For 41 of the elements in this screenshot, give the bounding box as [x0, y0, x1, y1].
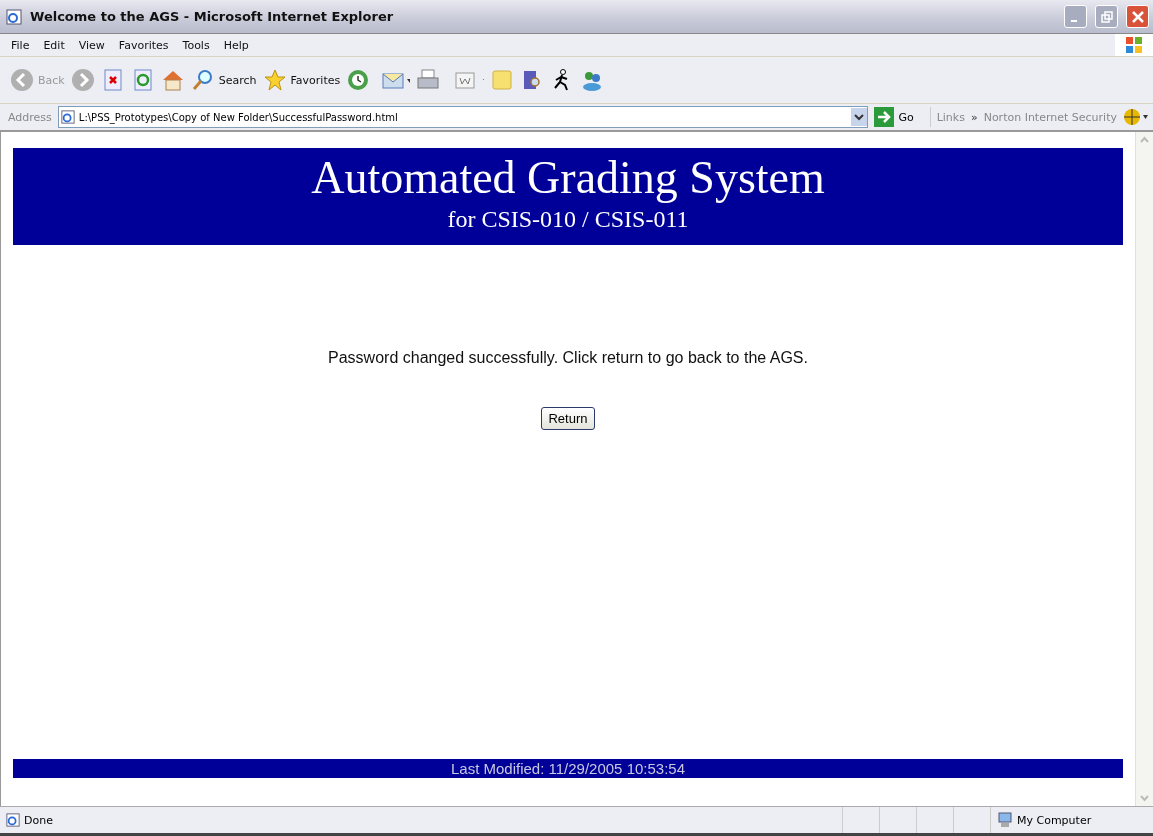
- history-icon[interactable]: [346, 68, 371, 92]
- search-button[interactable]: Search: [190, 68, 257, 92]
- restore-icon: [1100, 10, 1113, 23]
- menu-item[interactable]: Favorites: [111, 38, 176, 52]
- arrow-icon: [874, 107, 895, 127]
- menu-item[interactable]: Help: [216, 38, 256, 52]
- ie-logo-icon: [6, 8, 22, 25]
- note-icon[interactable]: [490, 68, 515, 92]
- address-field[interactable]: L:\PSS_Prototypes\Copy of New Folder\SuccessfulPassword.html: [57, 106, 869, 128]
- printer-icon[interactable]: [416, 68, 441, 92]
- menu-item[interactable]: Edit: [36, 38, 72, 52]
- menu-item[interactable]: Tools: [175, 38, 217, 52]
- zone-text: My Computer: [1017, 813, 1092, 827]
- status-text: Done: [24, 813, 53, 827]
- page-icon: [60, 110, 75, 124]
- close-icon: [1131, 10, 1144, 23]
- windows-logo-icon: [1124, 35, 1144, 55]
- minimize-icon: [1070, 19, 1077, 22]
- return-button[interactable]: Return: [541, 407, 595, 430]
- links-label: Links: [936, 110, 965, 124]
- dropdown-button[interactable]: [851, 108, 868, 126]
- site-subtitle: for CSIS-010 / CSIS-011: [447, 205, 689, 234]
- menu-item[interactable]: File: [4, 38, 37, 52]
- search-icon[interactable]: [190, 68, 215, 92]
- page-icon: [6, 813, 20, 827]
- minimize-button[interactable]: [1064, 5, 1087, 28]
- go-button[interactable]: Go: [874, 107, 931, 127]
- window-title: Welcome to the AGS - Microsoft Internet Explorer: [30, 9, 395, 24]
- computer-icon: [997, 812, 1013, 828]
- restore-button[interactable]: [1095, 5, 1118, 28]
- address-label: Address: [8, 110, 52, 124]
- scrollbar[interactable]: [1135, 132, 1153, 806]
- chevron-button[interactable]: »: [970, 110, 978, 124]
- globe-icon[interactable]: [1123, 108, 1149, 126]
- menu-item[interactable]: View: [71, 38, 112, 52]
- site-title: Automated Grading System: [311, 152, 825, 204]
- last-modified-footer: Last Modified: 11/29/2005 10:53:54: [13, 759, 1123, 778]
- close-button[interactable]: [1126, 5, 1149, 28]
- success-message: Password changed successfully. Click return to go back to the AGS.: [327, 349, 809, 367]
- favorites-button[interactable]: Favorites: [262, 68, 341, 92]
- star-icon[interactable]: [262, 68, 287, 92]
